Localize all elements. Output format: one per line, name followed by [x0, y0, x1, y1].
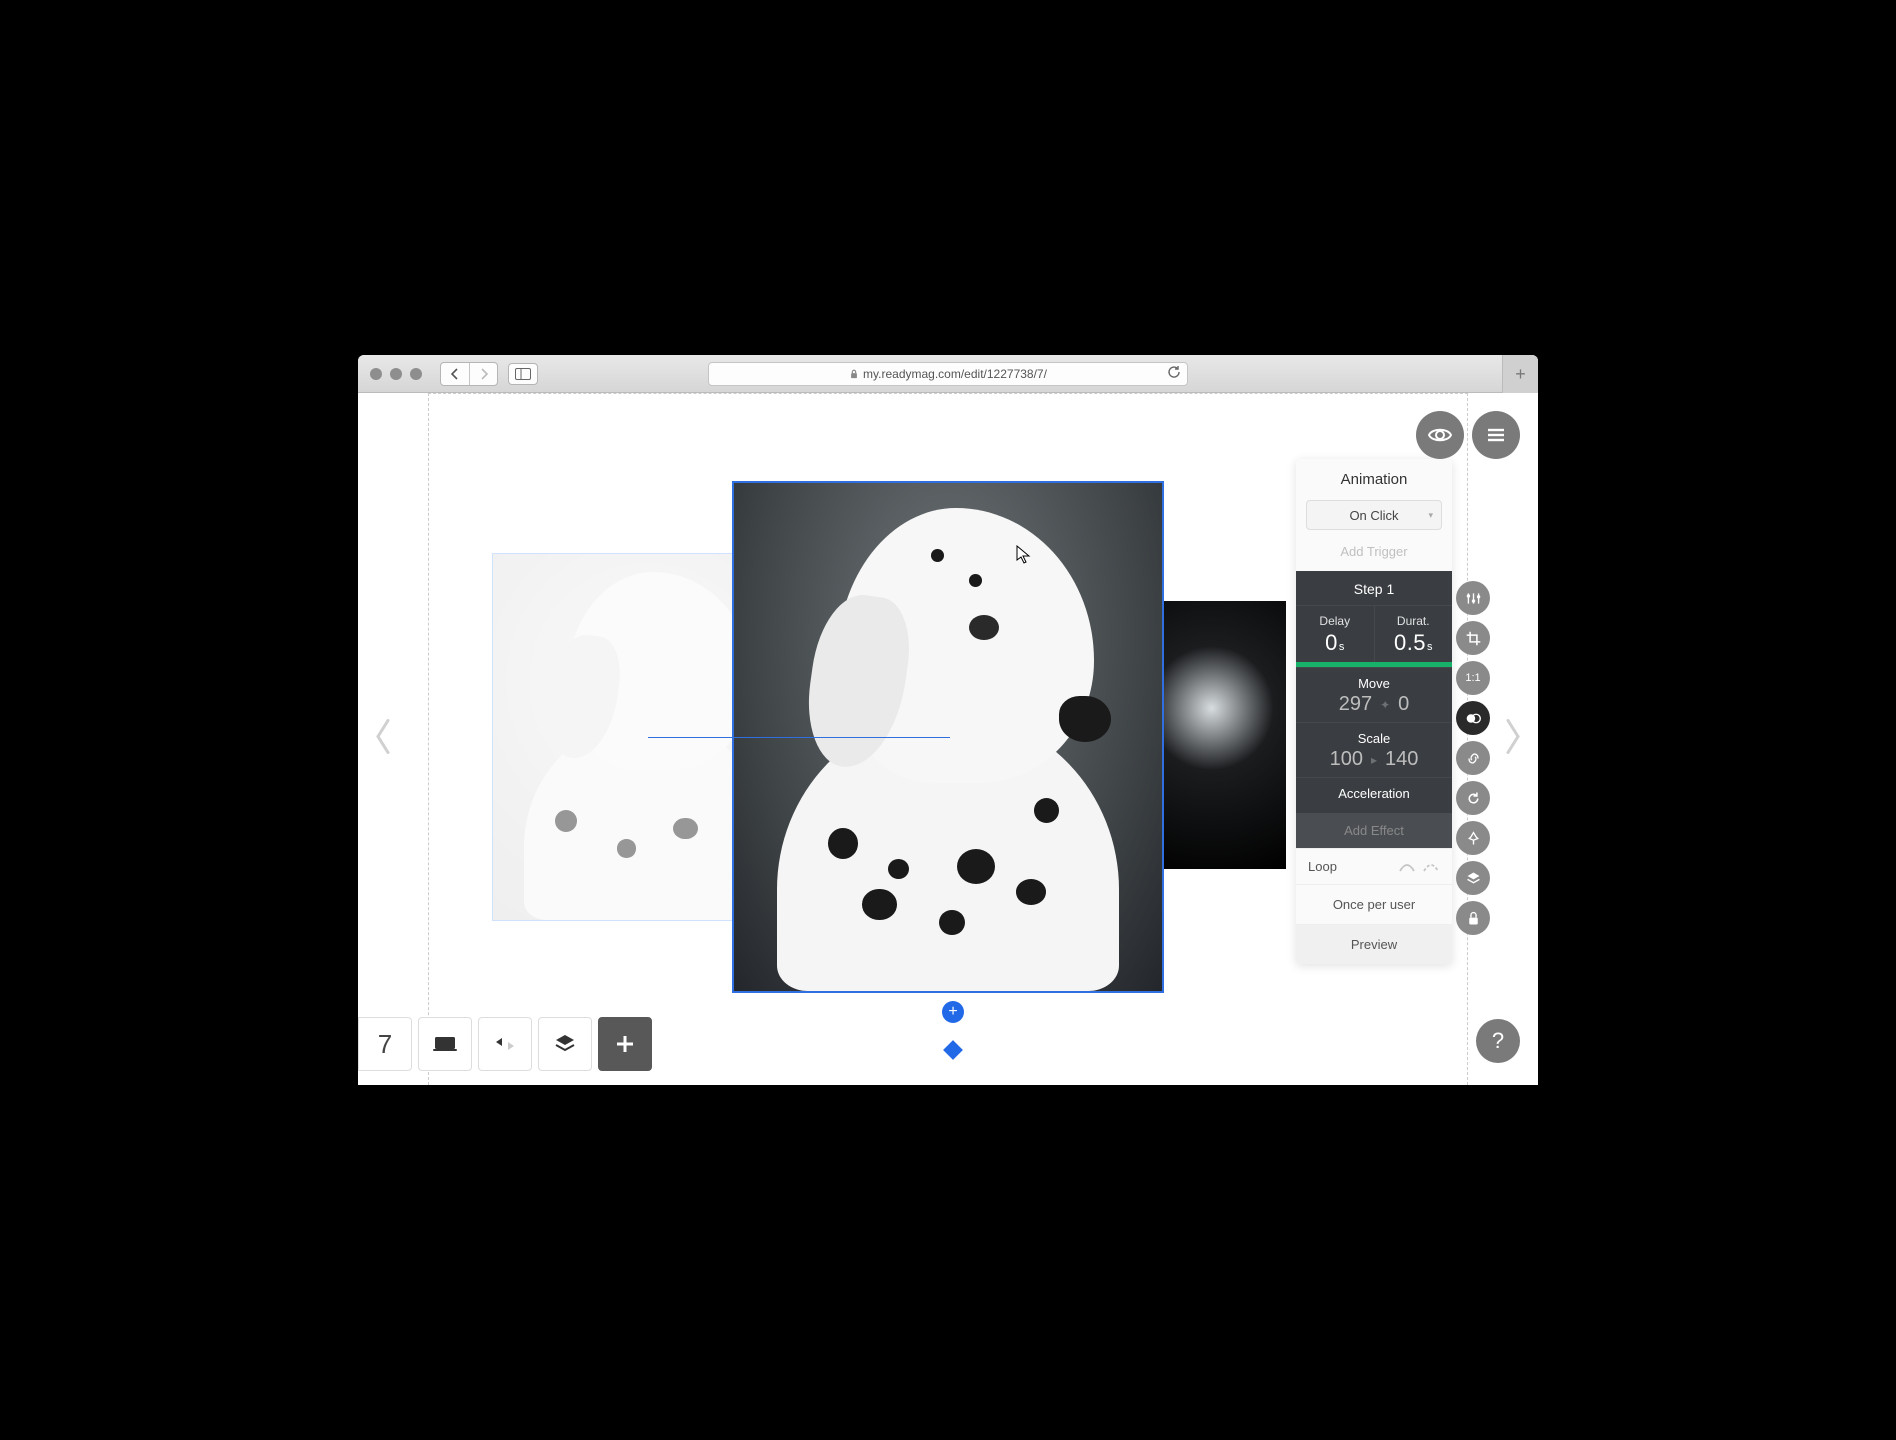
new-tab-button[interactable]: + [1502, 355, 1538, 393]
acceleration-label: Acceleration [1306, 786, 1442, 801]
duration-value: 0.5 [1394, 630, 1426, 655]
scale-to: 140 [1385, 748, 1418, 771]
browser-back-button[interactable] [441, 363, 469, 385]
pin-icon [1465, 830, 1482, 847]
once-per-user-button[interactable]: Once per user [1296, 884, 1452, 924]
resize-handle-bottom[interactable] [943, 1040, 963, 1060]
link-icon [1465, 750, 1482, 767]
rotate-icon [1465, 790, 1482, 807]
animation-loop-row[interactable]: Loop [1296, 848, 1452, 884]
browser-window: my.readymag.com/edit/1227738/7/ + [358, 355, 1538, 1085]
layers-icon [1465, 870, 1482, 887]
layers-panel-button[interactable] [538, 1017, 592, 1071]
animation-delay-field[interactable]: Delay 0s [1296, 606, 1375, 662]
refresh-icon [1167, 365, 1181, 379]
loop-label: Loop [1308, 859, 1398, 874]
animation-icon [1465, 710, 1482, 727]
delay-label: Delay [1296, 614, 1374, 628]
tool-crop-button[interactable] [1456, 621, 1490, 655]
move-y: 0 [1398, 693, 1409, 716]
move-label: Move [1306, 676, 1442, 691]
tool-lock-button[interactable] [1456, 901, 1490, 935]
tool-animation-button[interactable] [1456, 701, 1490, 735]
loop-direction-icons [1398, 861, 1440, 873]
undo-redo-icon [492, 1031, 518, 1057]
animation-trigger-value: On Click [1349, 508, 1398, 523]
browser-forward-button[interactable] [469, 363, 497, 385]
sliders-icon [1465, 590, 1482, 607]
move-x: 297 [1339, 693, 1372, 716]
alignment-guide-horizontal [648, 737, 950, 738]
desktop-icon [432, 1031, 458, 1057]
traffic-lights [370, 368, 422, 380]
browser-titlebar: my.readymag.com/edit/1227738/7/ + [358, 355, 1538, 393]
window-maximize-button[interactable] [410, 368, 422, 380]
animation-trigger-select[interactable]: On Click ▾ [1306, 500, 1442, 530]
tool-link-button[interactable] [1456, 741, 1490, 775]
help-button[interactable]: ? [1476, 1019, 1520, 1063]
window-minimize-button[interactable] [390, 368, 402, 380]
bottom-toolbar: 7 [358, 1017, 652, 1071]
url-text: my.readymag.com/edit/1227738/7/ [863, 367, 1047, 381]
page-number-indicator[interactable]: 7 [358, 1017, 412, 1071]
scale-label: Scale [1306, 731, 1442, 746]
cursor-icon [1016, 545, 1032, 570]
sidebar-icon [515, 368, 531, 380]
animation-step-1: Step 1 Delay 0s Durat. 0.5s Move [1296, 571, 1452, 848]
page-number: 7 [378, 1029, 392, 1060]
browser-sidebar-button[interactable] [508, 363, 538, 385]
editor-canvas-area: + Animation On Click ▾ Add Trigger Step … [358, 393, 1538, 1085]
top-right-buttons [1416, 411, 1520, 459]
menu-button[interactable] [1472, 411, 1520, 459]
scale-from: 100 [1330, 748, 1363, 771]
help-label: ? [1492, 1028, 1504, 1054]
add-below-button[interactable]: + [942, 1001, 964, 1023]
layers-icon [552, 1031, 578, 1057]
ratio-label: 1:1 [1465, 672, 1480, 684]
plus-icon [612, 1031, 638, 1057]
refresh-button[interactable] [1167, 365, 1181, 382]
tool-pin-button[interactable] [1456, 821, 1490, 855]
undo-redo-button[interactable] [478, 1017, 532, 1071]
tool-layers-button[interactable] [1456, 861, 1490, 895]
animation-scale-section[interactable]: Scale 100 ▸ 140 [1296, 722, 1452, 777]
crop-icon [1465, 630, 1482, 647]
animation-preview-button[interactable]: Preview [1296, 924, 1452, 964]
arrow-right-icon: ▸ [1371, 753, 1377, 767]
window-close-button[interactable] [370, 368, 382, 380]
duration-label: Durat. [1375, 614, 1453, 628]
canvas-image-3[interactable] [1162, 601, 1286, 869]
chevron-left-icon [450, 368, 460, 380]
hamburger-icon [1484, 423, 1508, 447]
eye-icon [1426, 421, 1454, 449]
tool-settings-button[interactable] [1456, 581, 1490, 615]
lock-icon [849, 369, 859, 379]
preview-button[interactable] [1416, 411, 1464, 459]
viewport-button[interactable] [418, 1017, 472, 1071]
animation-move-section[interactable]: Move 297 ✦ 0 [1296, 667, 1452, 722]
animation-step-title[interactable]: Step 1 [1296, 571, 1452, 605]
widget-tools-rail: 1:1 [1456, 581, 1490, 935]
url-bar[interactable]: my.readymag.com/edit/1227738/7/ [708, 362, 1188, 386]
chevron-right-icon [479, 368, 489, 380]
add-trigger-button[interactable]: Add Trigger [1296, 538, 1452, 571]
tool-ratio-button[interactable]: 1:1 [1456, 661, 1490, 695]
move-separator-icon: ✦ [1380, 698, 1390, 712]
animation-duration-field[interactable]: Durat. 0.5s [1375, 606, 1453, 662]
browser-nav-buttons [440, 362, 498, 386]
animation-acceleration-section[interactable]: Acceleration [1296, 777, 1452, 813]
lock-icon [1465, 910, 1482, 927]
tool-rotate-button[interactable] [1456, 781, 1490, 815]
add-widget-button[interactable] [598, 1017, 652, 1071]
delay-value: 0 [1325, 630, 1338, 655]
add-effect-button[interactable]: Add Effect [1296, 813, 1452, 848]
animation-panel: Animation On Click ▾ Add Trigger Step 1 … [1296, 459, 1452, 964]
chevron-down-icon: ▾ [1428, 510, 1433, 521]
animation-panel-title: Animation [1296, 459, 1452, 496]
